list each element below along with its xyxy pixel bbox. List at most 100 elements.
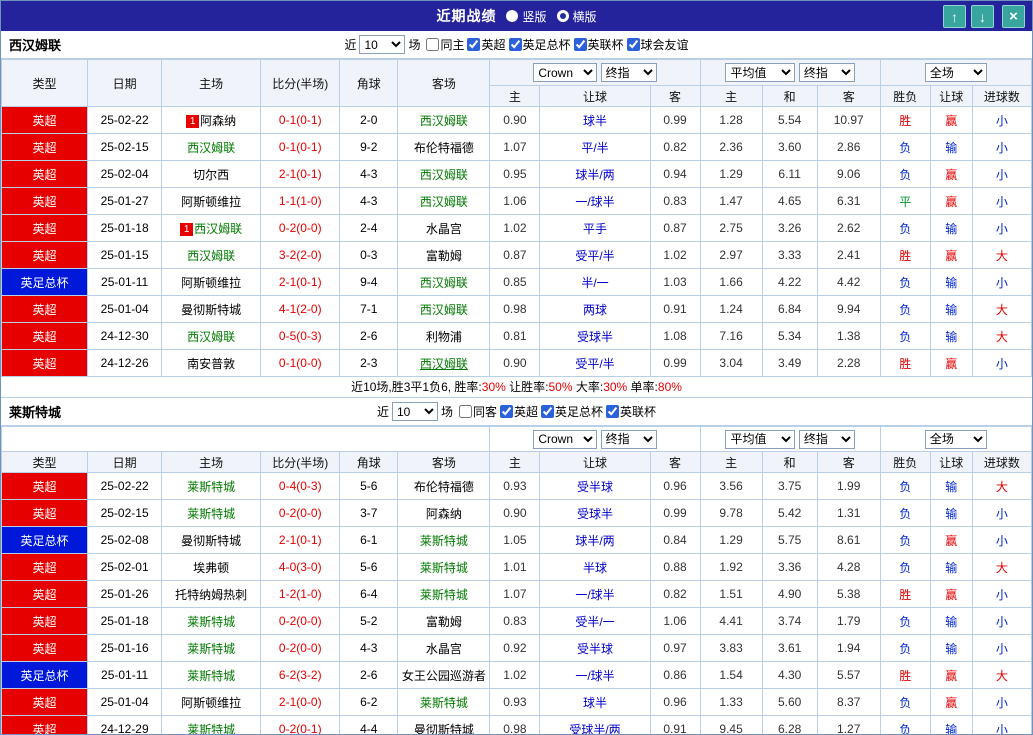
score-halftime[interactable]: 2-1(0-1) bbox=[261, 527, 340, 554]
home-team-name[interactable]: 阿斯顿维拉 bbox=[181, 696, 241, 710]
home-team-name[interactable]: 切尔西 bbox=[193, 168, 229, 182]
filter-option[interactable]: 英联杯 bbox=[606, 403, 656, 420]
home-team-name[interactable]: 西汉姆联 bbox=[187, 141, 235, 155]
odds-time-select[interactable]: 终指 bbox=[799, 430, 855, 449]
score-halftime[interactable]: 1-2(1-0) bbox=[261, 581, 340, 608]
score-halftime[interactable]: 6-2(3-2) bbox=[261, 662, 340, 689]
away-team-name[interactable]: 布伦特福德 bbox=[414, 480, 474, 494]
filter-checkbox-label: 英足总杯 bbox=[523, 36, 571, 53]
layout-option-horizontal[interactable]: 横版 bbox=[557, 8, 597, 25]
bookmaker-select[interactable]: Crown bbox=[533, 63, 597, 82]
score-halftime[interactable]: 2-1(0-1) bbox=[261, 161, 340, 188]
home-team-name[interactable]: 曼彻斯特城 bbox=[181, 534, 241, 548]
away-team-name[interactable]: 莱斯特城 bbox=[420, 534, 468, 548]
score-halftime[interactable]: 0-2(0-0) bbox=[261, 215, 340, 242]
away-team-name[interactable]: 西汉姆联 bbox=[420, 357, 468, 371]
average-select[interactable]: 平均值 bbox=[725, 63, 795, 82]
home-team-name[interactable]: 西汉姆联 bbox=[187, 249, 235, 263]
away-team-name[interactable]: 西汉姆联 bbox=[420, 276, 468, 290]
filter-option[interactable]: 英足总杯 bbox=[509, 36, 571, 53]
score-halftime[interactable]: 4-0(3-0) bbox=[261, 554, 340, 581]
away-team-name[interactable]: 莱斯特城 bbox=[420, 561, 468, 575]
score-halftime[interactable]: 1-1(1-0) bbox=[261, 188, 340, 215]
close-button[interactable]: × bbox=[1002, 5, 1025, 28]
away-team-name[interactable]: 莱斯特城 bbox=[420, 588, 468, 602]
home-team-name[interactable]: 曼彻斯特城 bbox=[181, 303, 241, 317]
home-team-name[interactable]: 阿斯顿维拉 bbox=[181, 276, 241, 290]
filter-option[interactable]: 同主 bbox=[426, 36, 464, 53]
move-down-button[interactable]: ↓ bbox=[971, 5, 994, 28]
home-team-name[interactable]: 埃弗顿 bbox=[193, 561, 229, 575]
odds-time-select[interactable]: 终指 bbox=[799, 63, 855, 82]
score-halftime[interactable]: 0-1(0-0) bbox=[261, 350, 340, 377]
filter-checkbox[interactable] bbox=[500, 405, 513, 418]
score-halftime[interactable]: 0-4(0-3) bbox=[261, 473, 340, 500]
home-team-name[interactable]: 阿斯顿维拉 bbox=[181, 195, 241, 209]
filter-option[interactable]: 同客 bbox=[459, 403, 497, 420]
score-halftime[interactable]: 0-1(0-1) bbox=[261, 107, 340, 134]
up-arrow-icon: ↑ bbox=[951, 10, 958, 24]
filter-option[interactable]: 球会友谊 bbox=[627, 36, 689, 53]
away-team-name[interactable]: 女王公园巡游者 bbox=[402, 669, 486, 683]
away-team-name[interactable]: 西汉姆联 bbox=[420, 195, 468, 209]
score-halftime[interactable]: 0-2(0-1) bbox=[261, 716, 340, 735]
match-count-select[interactable]: 10 bbox=[392, 402, 438, 421]
score-halftime[interactable]: 0-5(0-3) bbox=[261, 323, 340, 350]
away-team-name[interactable]: 水晶宫 bbox=[426, 222, 462, 236]
score-halftime[interactable]: 0-2(0-0) bbox=[261, 608, 340, 635]
filter-checkbox[interactable] bbox=[467, 38, 480, 51]
home-team-name[interactable]: 莱斯特城 bbox=[187, 642, 235, 656]
euro-away-odds: 1.79 bbox=[817, 608, 880, 635]
average-select[interactable]: 平均值 bbox=[725, 430, 795, 449]
filter-checkbox[interactable] bbox=[574, 38, 587, 51]
score-halftime[interactable]: 0-1(0-1) bbox=[261, 134, 340, 161]
away-team-name[interactable]: 水晶宫 bbox=[426, 642, 462, 656]
filter-option[interactable]: 英联杯 bbox=[574, 36, 624, 53]
away-team-name[interactable]: 布伦特福德 bbox=[414, 141, 474, 155]
home-team-name[interactable]: 西汉姆联 bbox=[187, 330, 235, 344]
home-team-name[interactable]: 莱斯特城 bbox=[187, 480, 235, 494]
away-team-name[interactable]: 西汉姆联 bbox=[420, 168, 468, 182]
away-team-name[interactable]: 西汉姆联 bbox=[420, 114, 468, 128]
home-team-name[interactable]: 莱斯特城 bbox=[187, 615, 235, 629]
score-halftime[interactable]: 2-1(0-1) bbox=[261, 269, 340, 296]
score-halftime[interactable]: 3-2(2-0) bbox=[261, 242, 340, 269]
filter-checkbox[interactable] bbox=[509, 38, 522, 51]
scope-select[interactable]: 全场 bbox=[925, 63, 987, 82]
away-team-name[interactable]: 曼彻斯特城 bbox=[414, 723, 474, 735]
away-team-name[interactable]: 富勒姆 bbox=[426, 249, 462, 263]
match-count-select[interactable]: 10 bbox=[359, 35, 405, 54]
filter-option[interactable]: 英超 bbox=[500, 403, 538, 420]
filter-checkbox[interactable] bbox=[627, 38, 640, 51]
filter-checkbox[interactable] bbox=[459, 405, 472, 418]
filter-checkbox[interactable] bbox=[426, 38, 439, 51]
filter-option[interactable]: 英足总杯 bbox=[541, 403, 603, 420]
bookmaker-select[interactable]: Crown bbox=[533, 430, 597, 449]
goals-over-under: 小 bbox=[972, 635, 1031, 662]
away-team-name[interactable]: 西汉姆联 bbox=[420, 303, 468, 317]
home-team-name[interactable]: 莱斯特城 bbox=[187, 669, 235, 683]
layout-option-vertical[interactable]: 竖版 bbox=[506, 8, 546, 25]
filter-checkbox[interactable] bbox=[606, 405, 619, 418]
filter-checkbox[interactable] bbox=[541, 405, 554, 418]
home-team-name[interactable]: 莱斯特城 bbox=[187, 723, 235, 735]
home-team-name[interactable]: 莱斯特城 bbox=[187, 507, 235, 521]
goals-over-under: 小 bbox=[972, 350, 1031, 377]
filter-option[interactable]: 英超 bbox=[467, 36, 505, 53]
move-up-button[interactable]: ↑ bbox=[943, 5, 966, 28]
odds-time-select[interactable]: 终指 bbox=[601, 63, 657, 82]
home-team-name[interactable]: 西汉姆联 bbox=[194, 222, 242, 236]
home-team-name[interactable]: 阿森纳 bbox=[200, 114, 236, 128]
odds-time-select[interactable]: 终指 bbox=[601, 430, 657, 449]
score-halftime[interactable]: 0-2(0-0) bbox=[261, 500, 340, 527]
home-team-name[interactable]: 托特纳姆热刺 bbox=[175, 588, 247, 602]
away-team-name[interactable]: 利物浦 bbox=[426, 330, 462, 344]
score-halftime[interactable]: 0-2(0-0) bbox=[261, 635, 340, 662]
score-halftime[interactable]: 2-1(0-0) bbox=[261, 689, 340, 716]
away-team-name[interactable]: 富勒姆 bbox=[426, 615, 462, 629]
score-halftime[interactable]: 4-1(2-0) bbox=[261, 296, 340, 323]
away-team-name[interactable]: 阿森纳 bbox=[426, 507, 462, 521]
scope-select[interactable]: 全场 bbox=[925, 430, 987, 449]
home-team-name[interactable]: 南安普敦 bbox=[187, 357, 235, 371]
away-team-name[interactable]: 莱斯特城 bbox=[420, 696, 468, 710]
